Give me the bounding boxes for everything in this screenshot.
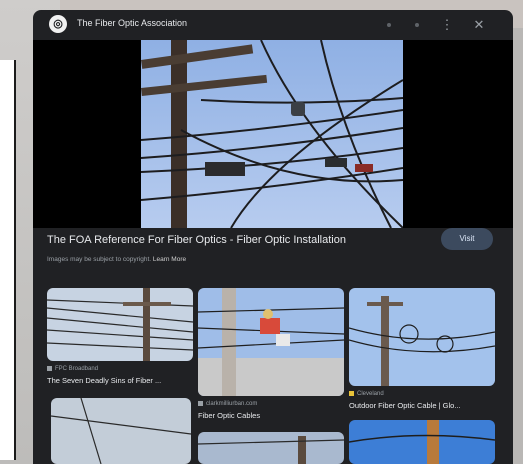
related-caption-2[interactable]: Fiber Optic Cables [198, 411, 344, 420]
related-image-2[interactable] [198, 288, 344, 396]
site-logo-icon[interactable]: ◎ [49, 15, 67, 33]
related-source-1: FPC Broadband [47, 366, 98, 372]
related-image-1[interactable] [47, 288, 193, 361]
related-image-4[interactable] [51, 398, 191, 464]
image-preview-panel: ◎ The Fiber Optic Association ⋮ ✕ The FO… [33, 10, 513, 464]
main-image-area [33, 40, 513, 228]
related-caption-1[interactable]: The Seven Deadly Sins of Fiber ... [47, 376, 193, 385]
visit-button[interactable]: Visit [441, 228, 493, 250]
bookmark-icon[interactable] [407, 15, 427, 35]
related-image-5[interactable] [198, 432, 344, 464]
share-icon[interactable] [379, 15, 399, 35]
related-image-3[interactable] [349, 288, 495, 386]
copyright-text: Images may be subject to copyright. [47, 256, 152, 263]
copyright-notice: Images may be subject to copyright. Lear… [47, 256, 186, 263]
preview-topbar: ◎ The Fiber Optic Association ⋮ ✕ [33, 10, 513, 40]
related-image-6[interactable] [349, 420, 495, 464]
related-source-3: Cleveland [349, 391, 384, 397]
close-icon[interactable]: ✕ [469, 15, 489, 35]
image-title[interactable]: The FOA Reference For Fiber Optics - Fib… [47, 234, 427, 246]
more-vert-icon[interactable]: ⋮ [437, 15, 457, 35]
related-caption-3[interactable]: Outdoor Fiber Optic Cable | Glo... [349, 401, 495, 410]
related-source-3-text: Cleveland [357, 391, 384, 398]
related-source-2: clarkmilliurban.com [198, 401, 257, 407]
learn-more-link[interactable]: Learn More [153, 256, 186, 263]
main-image[interactable] [141, 40, 403, 228]
related-source-2-text: clarkmilliurban.com [206, 401, 258, 408]
background-page-card [0, 60, 16, 460]
site-name[interactable]: The Fiber Optic Association [77, 18, 187, 28]
related-source-1-text: FPC Broadband [55, 366, 99, 373]
